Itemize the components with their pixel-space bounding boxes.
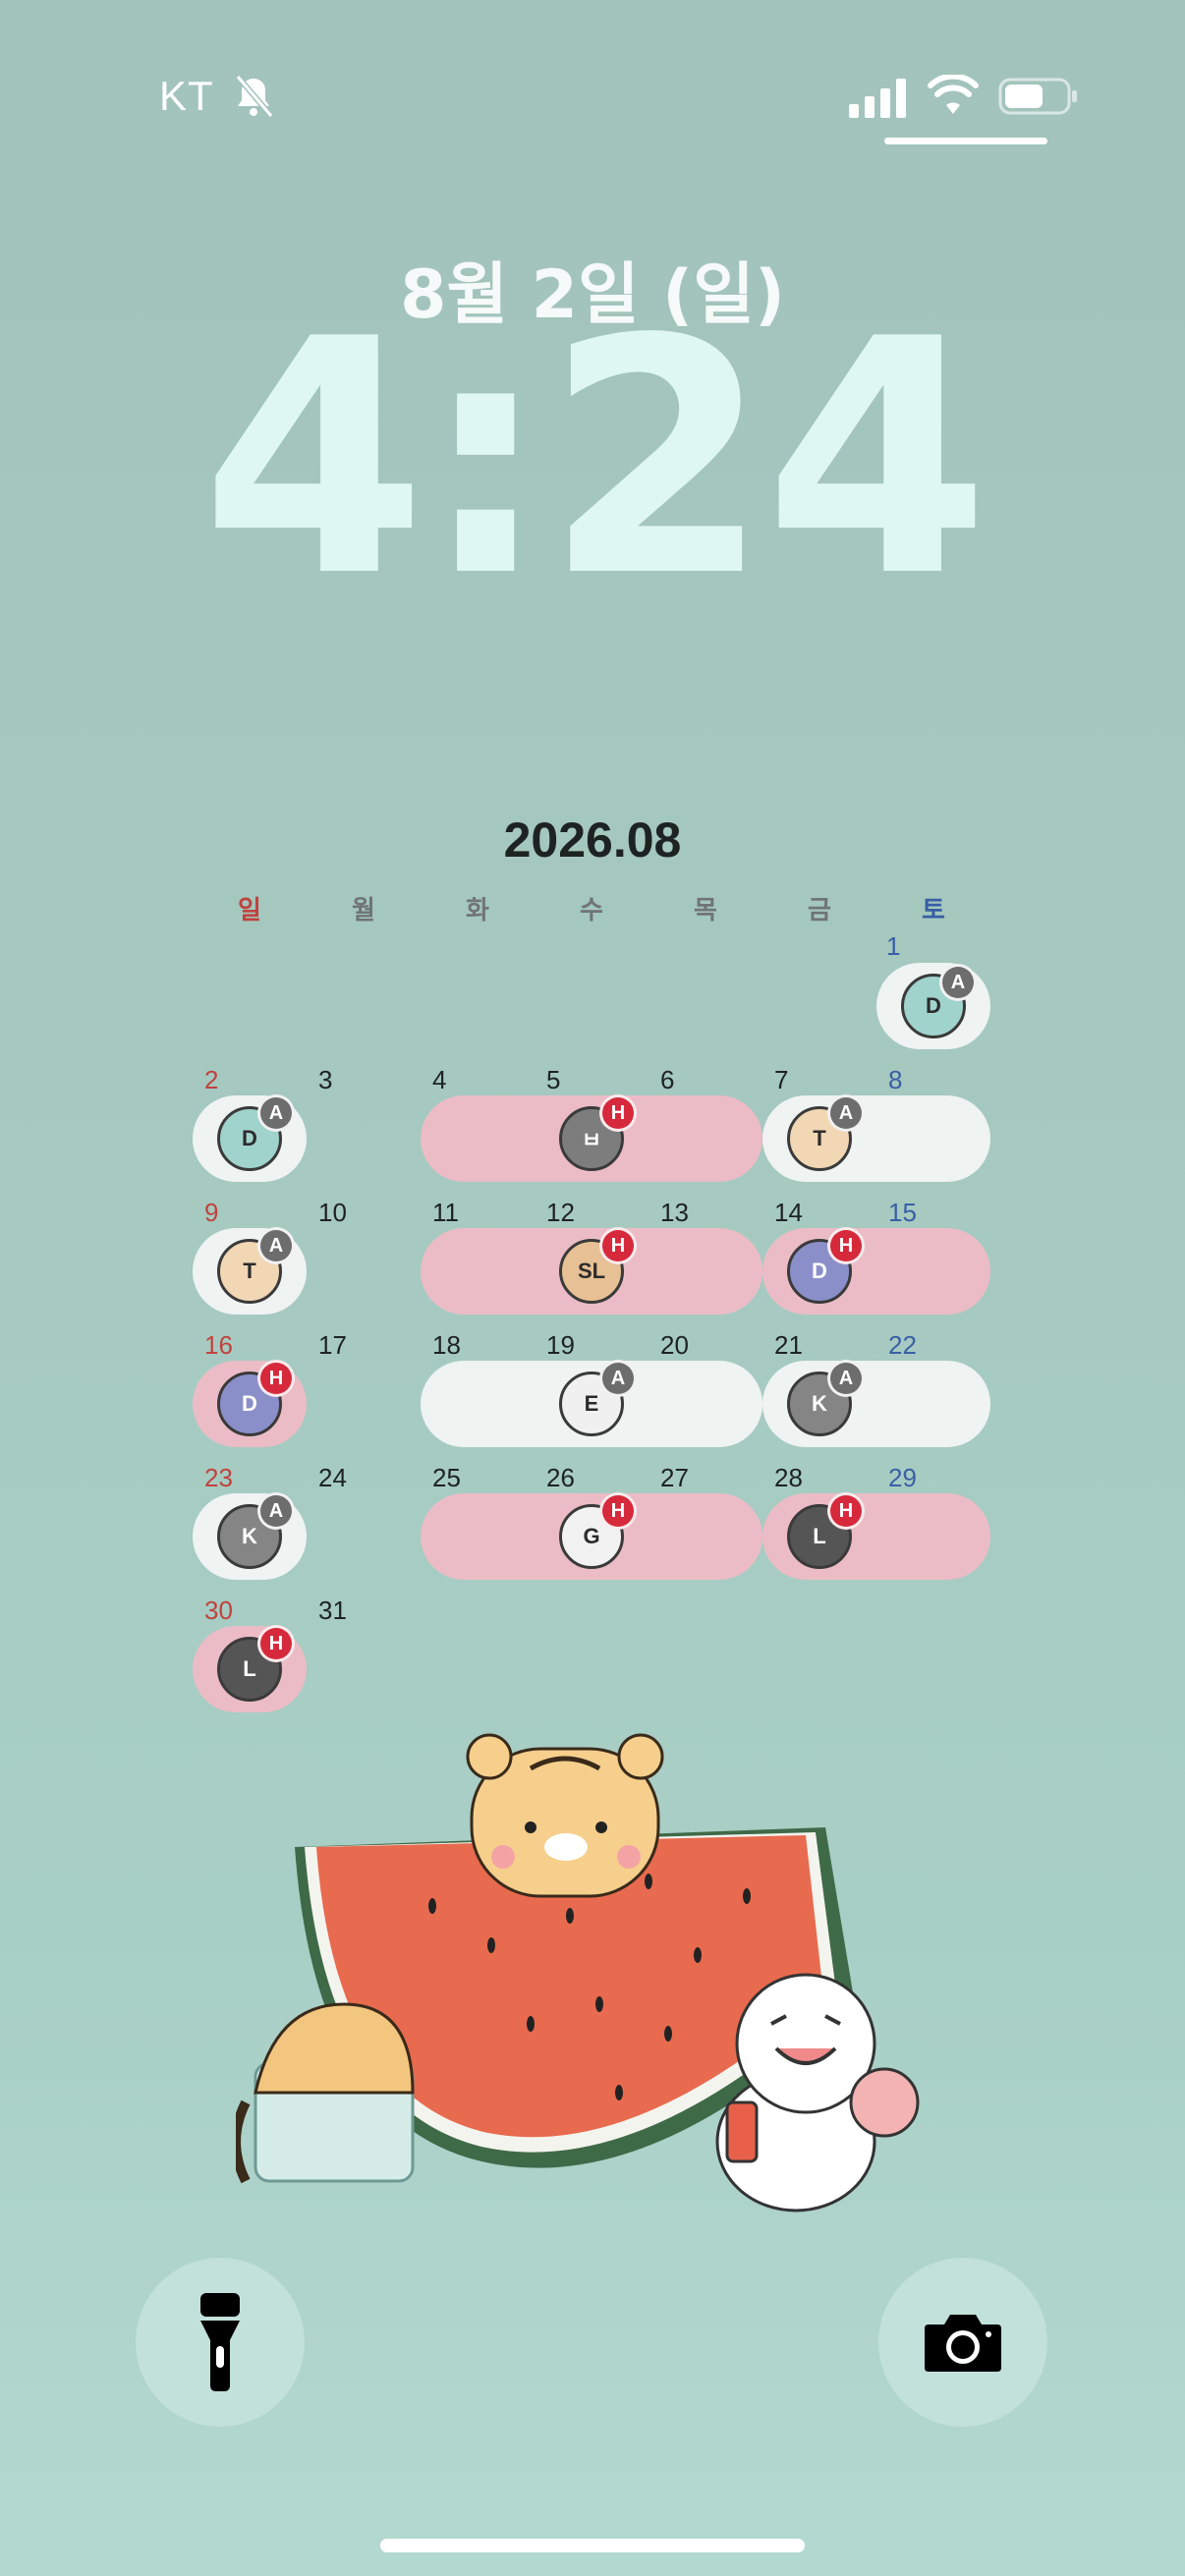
- calendar-day: 14: [774, 1198, 803, 1227]
- series-badge: A: [257, 1094, 295, 1132]
- calendar-day: 16: [204, 1330, 233, 1360]
- calendar-day: 5: [546, 1065, 561, 1094]
- calendar-day: 8: [888, 1065, 903, 1094]
- series-badge: H: [599, 1492, 637, 1530]
- focus-indicator: [884, 138, 1047, 144]
- series-badge: A: [827, 1360, 865, 1397]
- series-badge: H: [827, 1492, 865, 1530]
- series-badge: A: [827, 1094, 865, 1132]
- calendar-day: 30: [204, 1596, 233, 1625]
- home-indicator[interactable]: [380, 2539, 805, 2552]
- calendar-day: 7: [774, 1065, 789, 1094]
- calendar-day: 17: [318, 1330, 347, 1360]
- calendar-day: 12: [546, 1198, 575, 1227]
- wifi-icon: [928, 75, 979, 114]
- series-badge: H: [827, 1227, 865, 1264]
- calendar-day: 10: [318, 1198, 347, 1227]
- calendar-day: 26: [546, 1463, 575, 1492]
- series-badge: A: [599, 1360, 637, 1397]
- lock-time: 4:24: [200, 270, 990, 647]
- weekday-mon: 월: [352, 896, 375, 925]
- calendar-day: 25: [432, 1463, 461, 1492]
- calendar-day: 24: [318, 1463, 347, 1492]
- calendar-day: 21: [774, 1330, 803, 1360]
- calendar-day: 6: [660, 1065, 675, 1094]
- watermelon-tiger-illustration: [236, 1733, 920, 2212]
- weekday-sat: 토: [922, 896, 945, 925]
- carrier-label: KT: [159, 73, 214, 119]
- calendar-month-title: 2026.08: [503, 812, 682, 868]
- camera-button[interactable]: [878, 2258, 1047, 2427]
- series-badge: A: [939, 964, 977, 1001]
- series-badge: H: [257, 1360, 295, 1397]
- cellular-signal-icon: [849, 79, 906, 118]
- series-badge: H: [257, 1625, 295, 1662]
- weekday-fri: 금: [808, 896, 831, 925]
- calendar-day: 11: [432, 1198, 459, 1227]
- flashlight-icon: [200, 2293, 240, 2391]
- camera-icon: [925, 2315, 1001, 2372]
- calendar-day: 22: [888, 1330, 917, 1360]
- calendar-day: 31: [318, 1596, 347, 1625]
- weekday-thu: 목: [694, 896, 717, 925]
- flashlight-button[interactable]: [136, 2258, 305, 2427]
- calendar-day: 20: [660, 1330, 689, 1360]
- calendar-day: 18: [432, 1330, 461, 1360]
- weekday-wed: 수: [580, 896, 603, 925]
- series-badge: H: [599, 1094, 637, 1132]
- calendar-day: 3: [318, 1065, 333, 1094]
- calendar-day: 29: [888, 1463, 917, 1492]
- calendar-day: 19: [546, 1330, 575, 1360]
- series-badge: A: [257, 1227, 295, 1264]
- silent-bell-icon: [235, 75, 274, 118]
- series-badge: H: [599, 1227, 637, 1264]
- calendar-day: 28: [774, 1463, 803, 1492]
- battery-icon: [998, 78, 1077, 115]
- series-badge: A: [257, 1492, 295, 1530]
- weekday-sun: 일: [238, 896, 261, 925]
- calendar-day: 9: [204, 1198, 219, 1227]
- calendar-day: 13: [660, 1198, 689, 1227]
- calendar-day: 23: [204, 1463, 233, 1492]
- weekday-tue: 화: [466, 896, 489, 925]
- calendar-day: 2: [204, 1065, 219, 1094]
- calendar-day: 4: [432, 1065, 447, 1094]
- calendar-day: 15: [888, 1198, 917, 1227]
- calendar-day: 27: [660, 1463, 689, 1492]
- calendar-day: 1: [886, 931, 901, 961]
